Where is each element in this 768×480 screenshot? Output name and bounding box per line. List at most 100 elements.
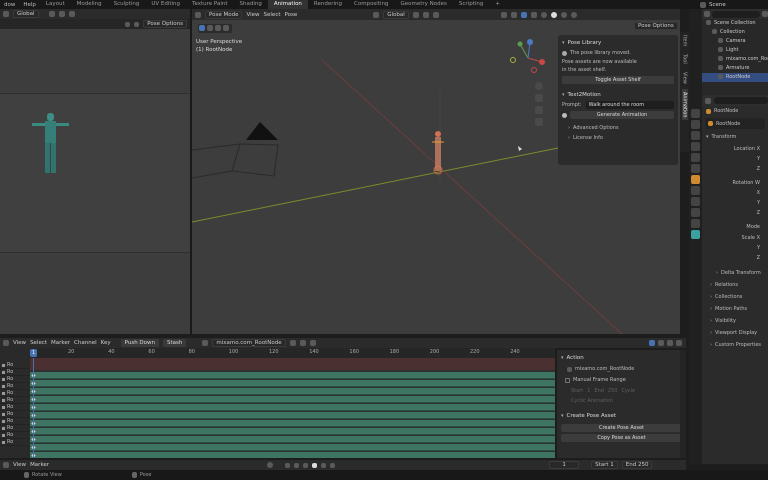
- dopesheet-tracks[interactable]: [30, 358, 555, 458]
- tab-rendering[interactable]: Rendering: [308, 0, 348, 9]
- tab-animation-sidebar[interactable]: Animation: [681, 88, 688, 121]
- channel-track[interactable]: [30, 380, 555, 387]
- select-intersect-icon[interactable]: [223, 25, 229, 31]
- tab-tool[interactable]: Tool: [682, 51, 688, 67]
- play-icon[interactable]: [312, 462, 318, 468]
- editor-type-icon[interactable]: [704, 11, 710, 17]
- scale-x-label[interactable]: Scale X: [702, 235, 760, 241]
- channel-row[interactable]: Ro: [0, 362, 30, 369]
- channel-expand-icon[interactable]: [2, 377, 5, 381]
- channel-track[interactable]: [30, 420, 555, 427]
- snap-icon[interactable]: [667, 340, 673, 346]
- snap-icon[interactable]: [422, 11, 429, 18]
- generate-animation-button[interactable]: Generate Animation: [570, 111, 674, 119]
- outliner-item[interactable]: Armature: [702, 64, 768, 73]
- channel-expand-icon[interactable]: [2, 426, 5, 430]
- channel-row[interactable]: Ro: [0, 432, 30, 439]
- timeline-menu-marker[interactable]: Marker: [30, 462, 49, 468]
- select-extend-icon[interactable]: [207, 25, 213, 31]
- gizmo-icon[interactable]: [510, 11, 517, 18]
- outliner-item[interactable]: Light: [702, 46, 768, 55]
- frame-ruler[interactable]: 1 20 40 60 80 100 120 140 160 180 200 220 240: [30, 348, 555, 358]
- scale-z-label[interactable]: Z: [702, 255, 760, 261]
- tab-animation[interactable]: Animation: [267, 0, 308, 9]
- action-name-row[interactable]: mixamo.com_RootNode: [561, 366, 682, 372]
- channel-row[interactable]: Ro: [0, 390, 30, 397]
- properties-section-header[interactable]: › Visibility: [702, 315, 768, 327]
- pan-hand-icon[interactable]: [535, 94, 543, 102]
- orientation-dropdown[interactable]: Global: [13, 10, 39, 18]
- shading-wire-icon[interactable]: [540, 11, 547, 18]
- properties-section-header[interactable]: › Viewport Display: [702, 327, 768, 339]
- mode-dropdown[interactable]: Pose Mode: [205, 10, 243, 19]
- xray-icon[interactable]: [530, 11, 537, 18]
- particles-tab[interactable]: [689, 197, 702, 206]
- create-pose-asset-button[interactable]: Create Pose Asset: [561, 424, 682, 432]
- pose-options-dropdown[interactable]: Pose Options: [634, 22, 678, 30]
- play-reverse-icon[interactable]: [303, 462, 309, 468]
- action-name-field[interactable]: mixamo.com_RootNode: [212, 339, 286, 347]
- shading-solid-icon[interactable]: [550, 11, 557, 18]
- menu-select[interactable]: Select: [264, 12, 281, 18]
- channel-track[interactable]: [30, 428, 555, 435]
- current-frame-field[interactable]: 1: [549, 461, 580, 469]
- channel-track[interactable]: [30, 452, 555, 458]
- jump-start-icon[interactable]: [285, 462, 291, 468]
- channel-row[interactable]: Ro: [0, 383, 30, 390]
- snap-target-icon[interactable]: [134, 21, 140, 27]
- add-workspace-button[interactable]: +: [489, 0, 506, 9]
- editor-type-icon[interactable]: [195, 11, 201, 18]
- record-icon[interactable]: [267, 462, 274, 468]
- channel-expand-icon[interactable]: [2, 363, 5, 367]
- current-frame-badge[interactable]: 1: [30, 349, 38, 357]
- orientation-icon[interactable]: [373, 11, 380, 18]
- manual-range-checkbox[interactable]: [565, 377, 570, 383]
- tab-scripting[interactable]: Scripting: [453, 0, 489, 9]
- channel-row[interactable]: Ro: [0, 425, 30, 432]
- outliner-item[interactable]: Collection: [702, 28, 768, 37]
- menu-help[interactable]: Help: [19, 2, 40, 8]
- editor-type-icon[interactable]: [3, 340, 9, 346]
- editor-type-icon[interactable]: [3, 11, 9, 17]
- object-name-field[interactable]: RootNode: [705, 118, 765, 129]
- channel-row[interactable]: Ro: [0, 397, 30, 404]
- outliner-item[interactable]: RootNode: [702, 73, 768, 82]
- snap-icon[interactable]: [58, 11, 65, 17]
- tab-uv-editing[interactable]: UV Editing: [145, 0, 186, 9]
- camera-view-icon[interactable]: [535, 106, 543, 114]
- next-key-icon[interactable]: [321, 462, 327, 468]
- rotation-x-label[interactable]: X: [702, 190, 760, 196]
- visibility-icon[interactable]: [500, 11, 507, 18]
- ds-menu-channel[interactable]: Channel: [74, 340, 97, 346]
- manual-range-row[interactable]: Manual Frame Range: [561, 377, 682, 383]
- channel-track[interactable]: [30, 388, 555, 395]
- timeline-menu-view[interactable]: View: [13, 462, 26, 468]
- pivot-icon[interactable]: [48, 11, 55, 17]
- channel-expand-icon[interactable]: [2, 405, 5, 409]
- tab-texture-paint[interactable]: Texture Paint: [186, 0, 234, 9]
- select-box-icon[interactable]: [199, 25, 205, 31]
- channel-expand-icon[interactable]: [2, 440, 5, 444]
- rotation-mode-label[interactable]: Mode: [702, 224, 760, 230]
- properties-section-header[interactable]: › Collections: [702, 291, 768, 303]
- scene-selector[interactable]: Scene: [696, 0, 768, 9]
- ds-menu-key[interactable]: Key: [101, 340, 111, 346]
- properties-search-input[interactable]: [714, 97, 768, 104]
- scale-y-label[interactable]: Y: [702, 245, 760, 251]
- world-tab[interactable]: [689, 164, 702, 173]
- shading-material-icon[interactable]: [560, 11, 567, 18]
- filter-icon[interactable]: [658, 340, 664, 346]
- channel-expand-icon[interactable]: [2, 384, 5, 388]
- jump-end-icon[interactable]: [330, 462, 336, 468]
- properties-section-header[interactable]: › Delta Transform: [702, 267, 768, 279]
- channel-track[interactable]: [30, 412, 555, 419]
- select-subtract-icon[interactable]: [215, 25, 221, 31]
- channel-row[interactable]: Ro: [0, 376, 30, 383]
- left-pose-options[interactable]: Pose Options: [143, 20, 187, 28]
- channel-track[interactable]: [30, 436, 555, 443]
- channel-expand-icon[interactable]: [2, 412, 5, 416]
- channel-expand-icon[interactable]: [2, 419, 5, 423]
- proportional-icon[interactable]: [676, 340, 682, 346]
- new-action-icon[interactable]: [299, 340, 306, 346]
- license-info-toggle[interactable]: › License Info: [562, 135, 674, 141]
